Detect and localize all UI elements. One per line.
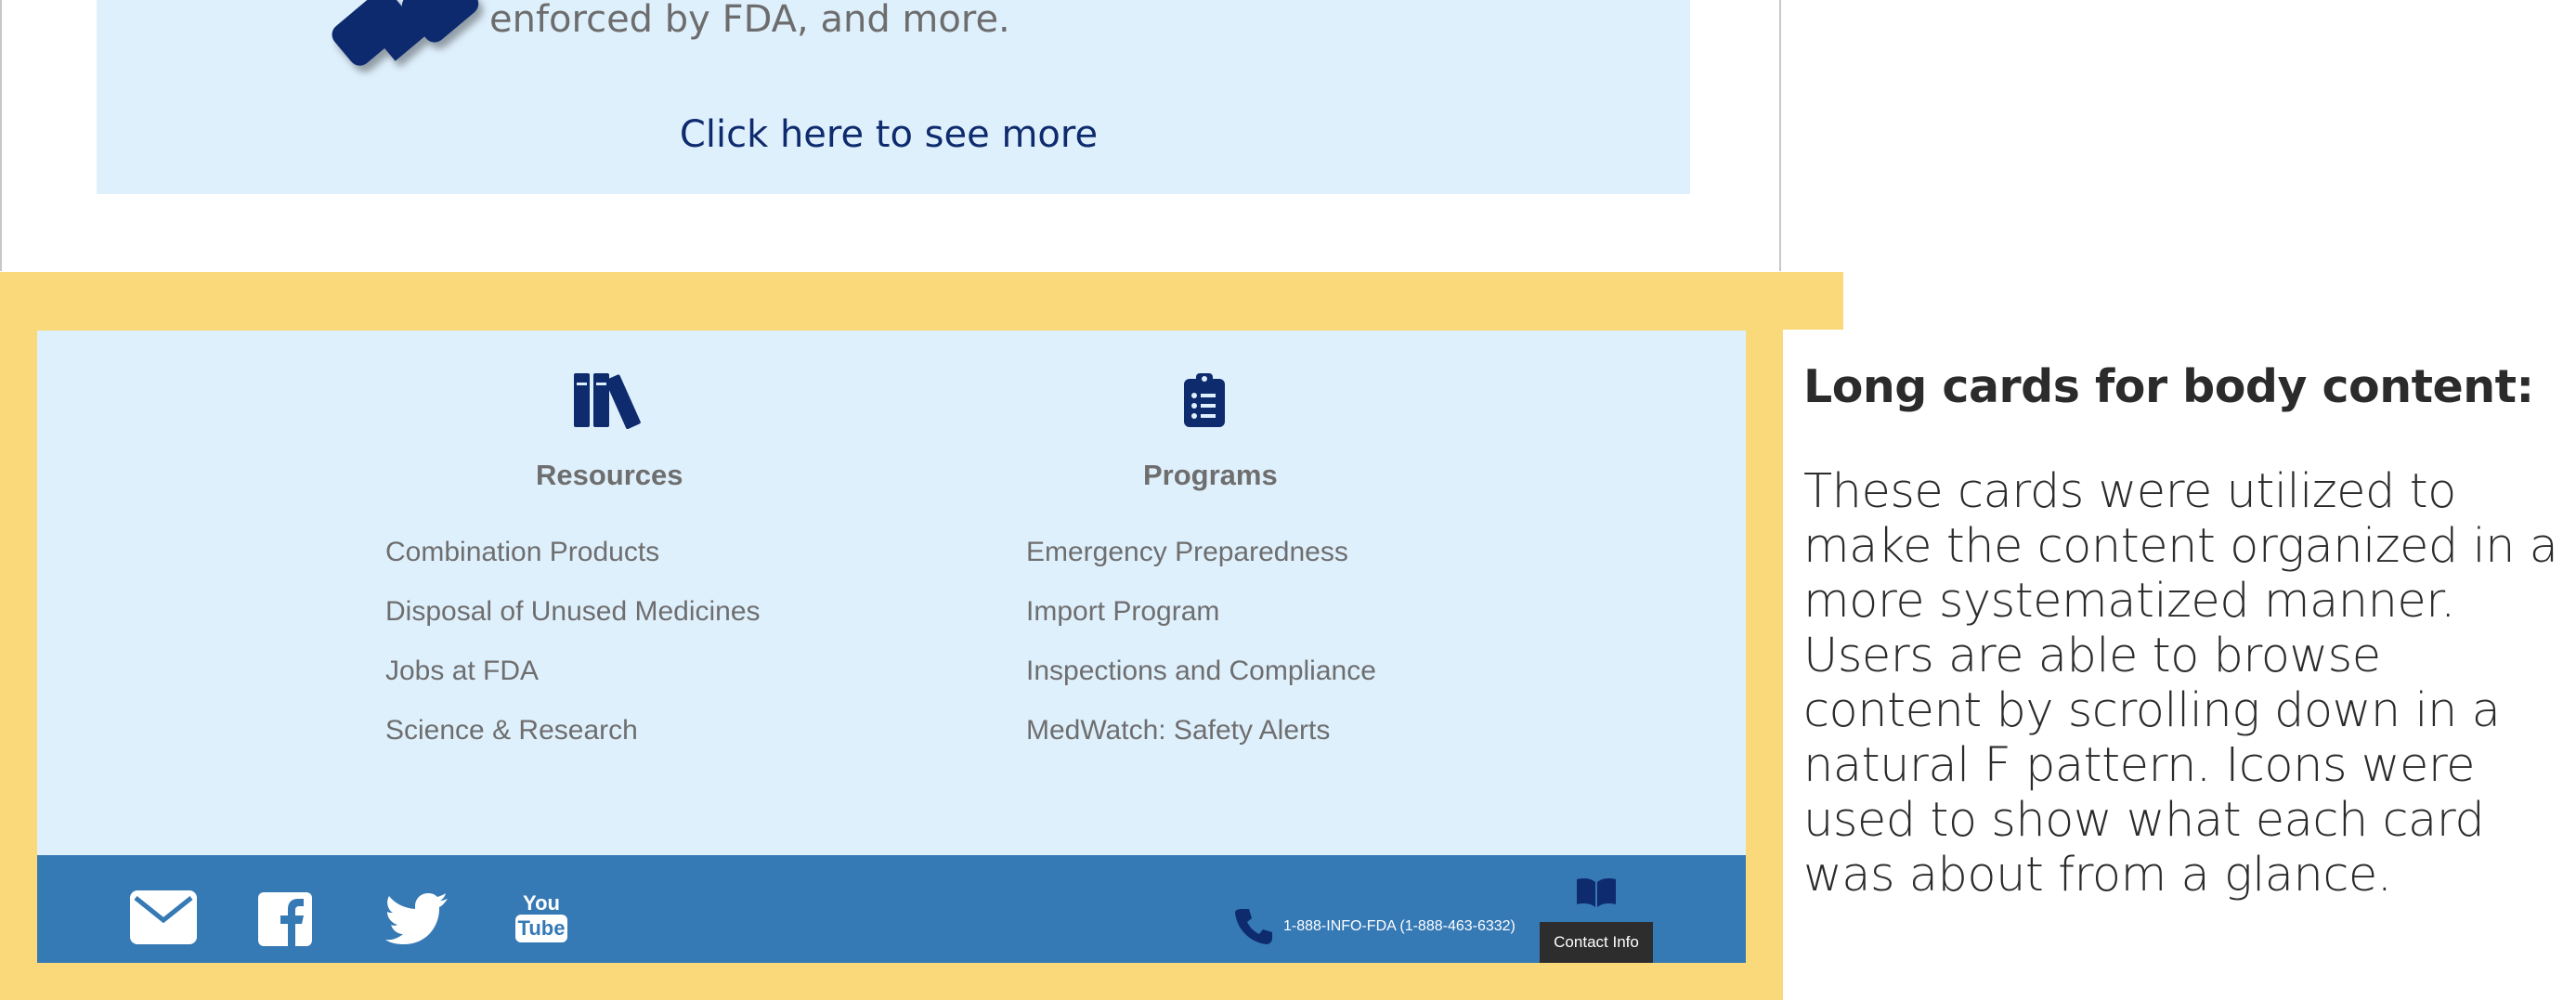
twitter-icon[interactable]: [385, 892, 449, 944]
footer-link[interactable]: Import Program: [1026, 594, 1376, 654]
contact-info-button[interactable]: Contact Info: [1540, 922, 1653, 963]
resources-links: Combination Products Disposal of Unused …: [385, 535, 761, 773]
annotation-title: Long cards for body content:: [1803, 360, 2534, 413]
youtube-icon[interactable]: You Tube: [515, 892, 567, 942]
footer-link[interactable]: Combination Products: [385, 535, 761, 594]
email-icon[interactable]: [130, 890, 197, 944]
see-more-link[interactable]: Click here to see more: [2, 113, 1776, 156]
books-icon: [574, 373, 641, 429]
resources-heading: Resources: [536, 459, 683, 491]
footer-link[interactable]: Emergency Preparedness: [1026, 535, 1376, 594]
programs-heading: Programs: [1143, 459, 1278, 491]
info-card: enforced by FDA, and more.: [97, 0, 1690, 194]
phone-number[interactable]: 1-888-INFO-FDA (1-888-463-6332): [1283, 918, 1516, 935]
page-frame: enforced by FDA, and more. Click here to…: [0, 0, 1781, 271]
footer-link[interactable]: Disposal of Unused Medicines: [385, 594, 761, 654]
annotation-body: These cards were utilized to make the co…: [1803, 464, 2558, 903]
clipboard-list-icon: [1184, 373, 1225, 427]
phone-icon: [1235, 909, 1272, 944]
footer-link[interactable]: Inspections and Compliance: [1026, 654, 1376, 713]
footer-link[interactable]: MedWatch: Safety Alerts: [1026, 713, 1376, 773]
programs-links: Emergency Preparedness Import Program In…: [1026, 535, 1376, 773]
card-text: enforced by FDA, and more.: [489, 0, 1010, 41]
open-book-icon: [1577, 878, 1616, 907]
footer-links-section: Resources Combination Products Disposal …: [37, 331, 1746, 855]
highlight-frame-top: [0, 272, 1843, 330]
footer-link[interactable]: Science & Research: [385, 713, 761, 773]
footer-bar: You Tube 1-888-INFO-FDA (1-888-463-6332)…: [37, 855, 1746, 963]
facebook-icon[interactable]: [258, 892, 312, 946]
footer-link[interactable]: Jobs at FDA: [385, 654, 761, 713]
